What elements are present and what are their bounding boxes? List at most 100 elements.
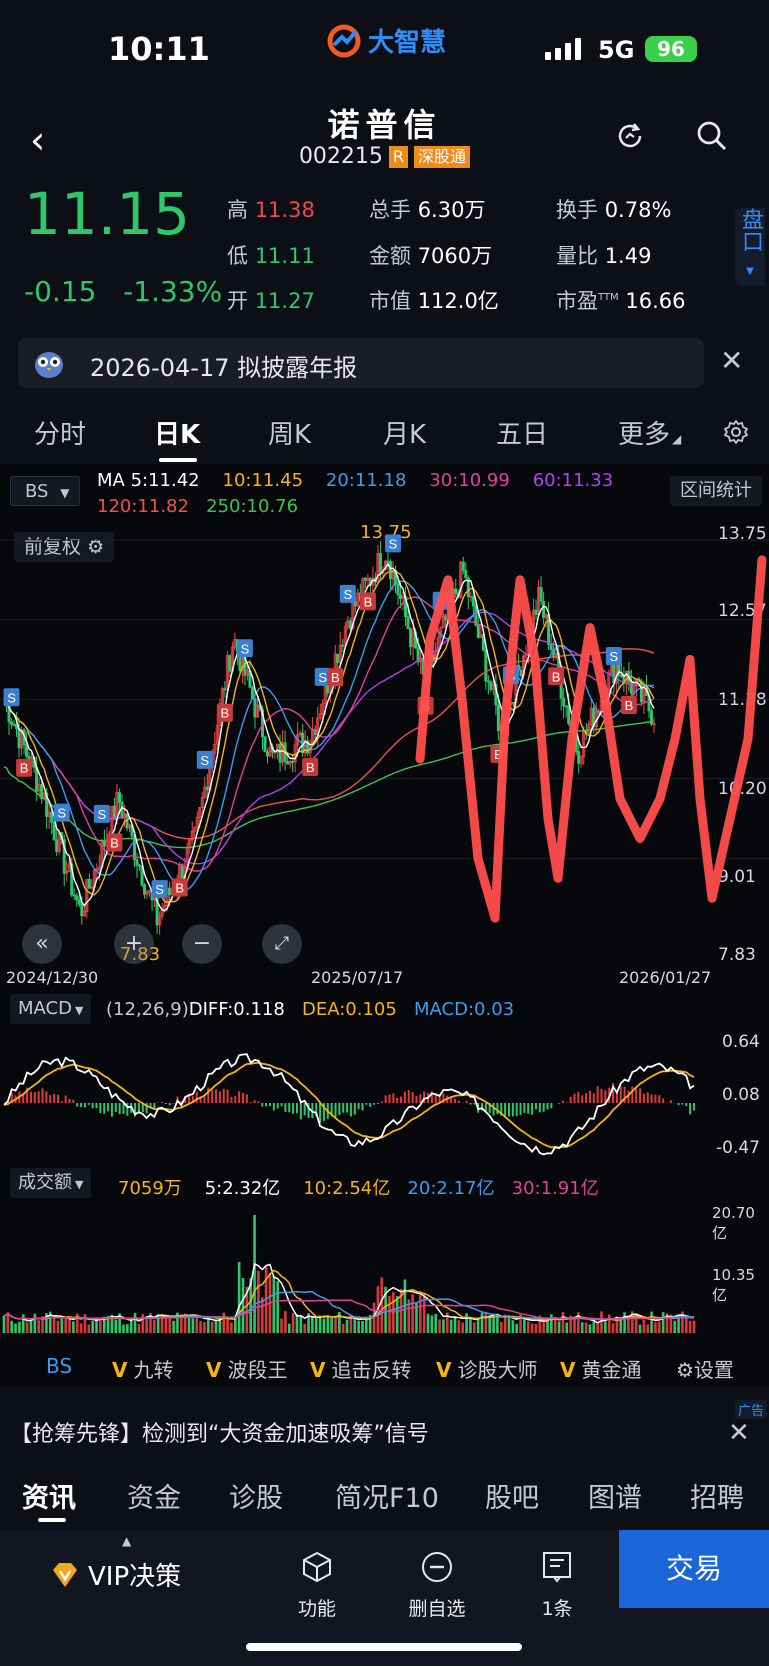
- zoom-out-button[interactable]: −: [182, 924, 222, 964]
- macd-selector[interactable]: MACD ▼: [10, 994, 92, 1024]
- volume-chart[interactable]: [0, 1205, 710, 1335]
- function-button[interactable]: 功能: [272, 1550, 362, 1621]
- candle-body: [539, 587, 543, 602]
- macd-bar: [400, 1096, 403, 1103]
- range-stats-button[interactable]: 区间统计: [670, 476, 762, 506]
- tab-intraday[interactable]: 分时: [34, 414, 86, 451]
- kline-chart[interactable]: SS SSSSSSSSSSBBBBBBBBBBB: [0, 510, 769, 965]
- refresh-icon[interactable]: [612, 118, 648, 154]
- volume-bar: [2, 1315, 6, 1333]
- candle-body: [519, 669, 523, 676]
- battery-icon: 96: [645, 36, 697, 62]
- indicator-bs[interactable]: BS: [46, 1354, 72, 1378]
- macd-bar: [60, 1101, 63, 1103]
- tab-forum[interactable]: 股吧: [485, 1476, 539, 1515]
- tab-funds[interactable]: 资金: [127, 1476, 181, 1515]
- volume-bar: [388, 1295, 391, 1333]
- volume-bar: [126, 1324, 129, 1333]
- macd-bar: [41, 1088, 44, 1103]
- volume-bar: [10, 1320, 14, 1333]
- volume-bar: [334, 1317, 337, 1333]
- fullscreen-icon[interactable]: ⤢: [262, 924, 302, 964]
- macd-bar: [685, 1103, 688, 1106]
- bs-selector[interactable]: BS ▼: [10, 476, 80, 506]
- macd-bar: [558, 1103, 561, 1104]
- macd-bar: [392, 1093, 395, 1103]
- volume-bar: [580, 1322, 584, 1333]
- candle-body: [464, 570, 468, 579]
- candle-body: [138, 864, 142, 867]
- volume-bar: [457, 1320, 461, 1333]
- status-time: 10:11: [108, 30, 210, 68]
- volume-bar: [291, 1313, 295, 1333]
- tab-diagnosis[interactable]: 诊股: [229, 1476, 283, 1515]
- volume-bar: [357, 1321, 360, 1333]
- macd-bar: [83, 1103, 86, 1108]
- macd-y-tick: -0.47: [716, 1138, 760, 1158]
- message-button[interactable]: 1条: [512, 1550, 602, 1621]
- tab-five-day[interactable]: 五日: [496, 414, 548, 451]
- tab-f10[interactable]: 简况F10: [335, 1476, 439, 1515]
- gear-icon[interactable]: [722, 418, 750, 446]
- volume-ma20-line: [3, 1290, 695, 1321]
- indicator-boduanwang[interactable]: V 波段王: [206, 1354, 287, 1383]
- change-value: -0.15: [24, 275, 97, 308]
- tab-graph[interactable]: 图谱: [588, 1476, 642, 1515]
- panel-tab[interactable]: 盘口 ▼: [735, 208, 765, 286]
- search-icon[interactable]: [694, 118, 730, 154]
- stock-code-row: 002215 R 深股通: [0, 144, 769, 169]
- tab-news[interactable]: 资讯: [22, 1476, 76, 1515]
- macd-bar: [365, 1103, 368, 1105]
- tab-monthly-k[interactable]: 月K: [383, 414, 426, 451]
- macd-bar: [561, 1100, 564, 1103]
- tab-jobs[interactable]: 招聘: [690, 1476, 744, 1515]
- tab-more[interactable]: 更多 ◢: [618, 414, 681, 451]
- macd-chart[interactable]: [0, 1025, 710, 1160]
- sell-marker-label: S: [98, 807, 107, 822]
- buy-marker-label: B: [221, 706, 230, 721]
- volume-bar: [311, 1316, 314, 1333]
- sell-marker-label: S: [57, 806, 66, 821]
- volume-bar: [430, 1315, 434, 1333]
- macd-bar: [650, 1094, 653, 1103]
- trade-button[interactable]: 交易: [619, 1530, 769, 1608]
- indicator-settings[interactable]: ⚙设置: [676, 1354, 734, 1383]
- indicator-huangjin[interactable]: V 黄金通: [560, 1354, 641, 1383]
- macd-bar: [338, 1103, 341, 1115]
- indicator-zhengu[interactable]: V 诊股大师: [436, 1354, 537, 1383]
- minus-circle-icon: [422, 1552, 452, 1582]
- tab-daily-k[interactable]: 日K: [154, 414, 200, 451]
- vip-button[interactable]: VIP决策: [50, 1556, 181, 1593]
- macd-bar: [504, 1103, 507, 1116]
- close-icon[interactable]: ✕: [728, 1418, 750, 1448]
- macd-bar: [276, 1103, 279, 1109]
- ad-text[interactable]: 【抢筹先锋】检测到“大资金加速吸筹”信号: [10, 1416, 429, 1448]
- volume-bar: [72, 1321, 75, 1333]
- macd-bar: [95, 1103, 98, 1109]
- macd-bar: [534, 1103, 537, 1110]
- macd-bar: [215, 1089, 218, 1103]
- sell-marker-label: S: [610, 649, 619, 664]
- macd-bar: [573, 1093, 576, 1103]
- remove-watchlist-button[interactable]: 删自选: [392, 1550, 482, 1621]
- zoom-in-button[interactable]: +: [114, 924, 154, 964]
- macd-bar: [642, 1093, 645, 1103]
- indicator-zhuiji[interactable]: V 追击反转: [310, 1354, 411, 1383]
- volume-bar: [64, 1318, 67, 1333]
- macd-bar: [373, 1103, 376, 1105]
- volume-bar: [542, 1322, 545, 1333]
- indicator-jiuzhuan[interactable]: V 九转: [112, 1354, 173, 1383]
- volume-bar: [661, 1312, 665, 1333]
- volume-selector[interactable]: 成交额 ▼: [10, 1168, 92, 1198]
- candle-body: [336, 653, 340, 663]
- scroll-left-button[interactable]: «: [22, 924, 62, 964]
- buy-marker-label: B: [306, 760, 315, 775]
- macd-bar: [33, 1092, 36, 1103]
- close-icon[interactable]: ✕: [720, 344, 743, 377]
- candle-body: [168, 887, 172, 895]
- macd-legend: (12,26,9)DIFF:0.118 DEA:0.105 MACD:0.03: [106, 999, 515, 1020]
- tab-weekly-k[interactable]: 周K: [268, 414, 311, 451]
- candle-body: [461, 561, 465, 571]
- home-indicator[interactable]: [246, 1643, 522, 1651]
- chevron-up-icon[interactable]: ▲: [122, 1534, 131, 1548]
